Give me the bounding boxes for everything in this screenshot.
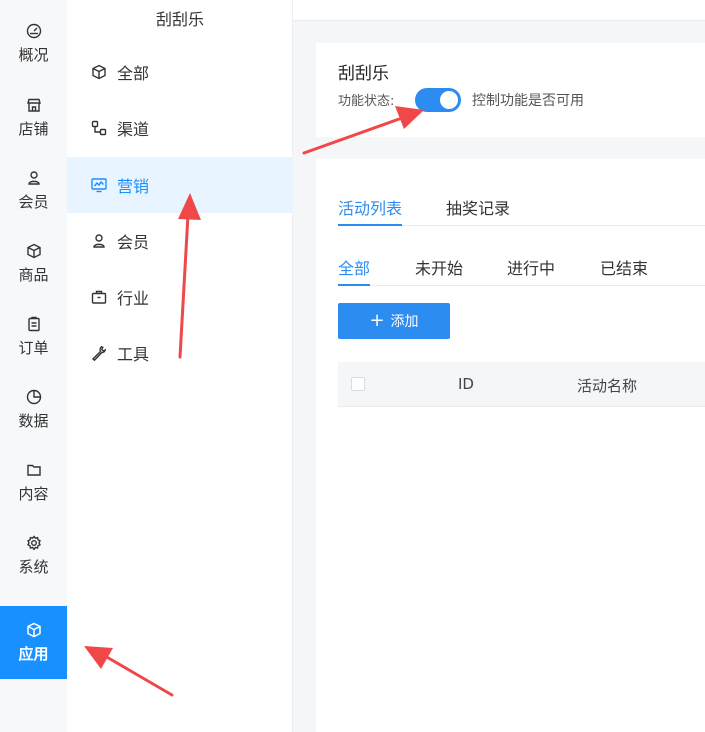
- rail-item-label: 应用: [18, 644, 49, 663]
- clipboard-icon: [27, 316, 40, 332]
- column-header-name: 活动名称: [577, 377, 638, 395]
- feature-status-card: 刮刮乐 功能状态: 控制功能是否可用: [316, 43, 705, 137]
- store-icon: [26, 98, 41, 112]
- rail-item-products[interactable]: 商品: [0, 228, 67, 300]
- sub-nav-item-tools[interactable]: 工具: [67, 325, 293, 381]
- sub-nav-item-all[interactable]: 全部: [67, 44, 293, 100]
- channels-icon: [91, 120, 107, 136]
- rail-item-label: 数据: [18, 412, 49, 430]
- filter-active-indicator: [338, 284, 370, 286]
- filter-tab-in-progress[interactable]: 进行中: [507, 255, 555, 279]
- sub-nav-item-label: 全部: [117, 64, 150, 83]
- rail-item-label: 内容: [18, 485, 49, 503]
- cube-icon: [26, 243, 41, 259]
- sub-nav-item-channels[interactable]: 渠道: [67, 100, 293, 156]
- sub-nav-item-label: 会员: [117, 233, 150, 252]
- tab-activity-list[interactable]: 活动列表: [338, 195, 402, 219]
- add-button[interactable]: + 添加: [338, 303, 450, 339]
- rail-item-label: 商品: [18, 266, 49, 284]
- plus-icon: +: [369, 310, 385, 331]
- rail-item-overview[interactable]: 概况: [0, 8, 67, 80]
- rail-item-store[interactable]: 店铺: [0, 82, 67, 154]
- rail-item-label: 订单: [18, 339, 49, 357]
- filter-tab-not-started[interactable]: 未开始: [415, 255, 463, 279]
- status-label: 功能状态:: [338, 94, 395, 109]
- dashboard-icon: [26, 23, 41, 39]
- page-title: 刮刮乐: [338, 64, 389, 84]
- select-all-checkbox[interactable]: [351, 377, 365, 391]
- briefcase-icon: [91, 290, 107, 304]
- rail-item-system[interactable]: 系统: [0, 520, 67, 592]
- rail-item-label: 系统: [18, 558, 49, 576]
- column-header-id: ID: [458, 375, 474, 393]
- sub-nav-item-marketing[interactable]: 营销: [67, 157, 293, 213]
- sub-nav-item-members[interactable]: 会员: [67, 213, 293, 269]
- sub-nav-item-label: 工具: [117, 345, 150, 364]
- feature-toggle[interactable]: [415, 88, 461, 112]
- folder-icon: [26, 464, 41, 476]
- rail-item-label: 店铺: [18, 120, 49, 138]
- sub-nav-item-industry[interactable]: 行业: [67, 269, 293, 325]
- app-root: 概况 店铺 会员 商品 订单 数据 内容 系统 应用 刮刮乐 全部 渠道 营销 …: [0, 0, 705, 732]
- filter-tab-all[interactable]: 全部: [338, 255, 370, 279]
- sub-nav-item-label: 行业: [117, 289, 150, 308]
- tab-draw-records[interactable]: 抽奖记录: [446, 195, 510, 219]
- user-icon: [27, 171, 40, 185]
- user-icon: [93, 234, 105, 248]
- sub-nav-item-label: 渠道: [117, 120, 150, 139]
- wrench-icon: [91, 346, 107, 361]
- sub-nav: 刮刮乐 全部 渠道 营销 会员 行业 工具: [67, 0, 293, 732]
- rail-item-members[interactable]: 会员: [0, 155, 67, 227]
- sub-nav-title: 刮刮乐: [155, 10, 204, 29]
- top-bar: [293, 0, 705, 21]
- cube-icon: [92, 64, 106, 80]
- rail-item-label: 会员: [18, 193, 49, 211]
- status-description: 控制功能是否可用: [472, 93, 584, 109]
- pie-chart-icon: [26, 389, 41, 405]
- rail-item-content[interactable]: 内容: [0, 447, 67, 519]
- gear-icon: [26, 535, 41, 551]
- filter-tab-ended[interactable]: 已结束: [600, 255, 648, 279]
- rail-item-orders[interactable]: 订单: [0, 301, 67, 373]
- rail-item-label: 概况: [18, 46, 49, 64]
- table-header: ID 活动名称: [338, 362, 705, 407]
- sub-nav-item-label: 营销: [117, 177, 150, 196]
- monitor-chart-icon: [91, 178, 107, 193]
- toggle-knob: [440, 91, 458, 109]
- tab-active-indicator: [338, 224, 402, 226]
- filter-divider: [338, 285, 705, 286]
- main-nav-rail: 概况 店铺 会员 商品 订单 数据 内容 系统 应用: [0, 0, 67, 732]
- rail-item-data[interactable]: 数据: [0, 374, 67, 446]
- rail-item-apps[interactable]: 应用: [0, 606, 67, 679]
- cube-icon: [26, 622, 41, 637]
- activity-card: 活动列表 抽奖记录 全部 未开始 进行中 已结束 + 添加 ID 活动名称: [316, 159, 705, 732]
- add-button-label: 添加: [390, 314, 419, 330]
